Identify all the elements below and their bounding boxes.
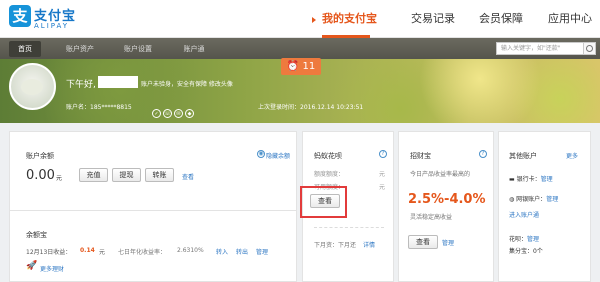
account-link[interactable]: 进入账户通 [509,210,539,219]
huabei-line1: 额度额度： [314,171,345,178]
last-login-label: 上次登录时间： [258,104,301,111]
phone-icon[interactable]: ☏ [163,109,172,118]
yuebao-transfer-out-link[interactable]: 转出 [236,247,248,256]
eye-icon[interactable]: ◉ [257,150,265,158]
alarm-icon: ⏰ [286,61,300,72]
tab-settings[interactable]: 账户设置 [118,42,158,56]
id-verified-icon[interactable]: ✓ [152,109,161,118]
zhaocai-rate: 2.5%-4.0% [408,192,486,207]
yuebao-rate: 2.6310% [177,247,204,254]
nav-transactions[interactable]: 交易记录 [411,0,455,38]
yuebao-rate-label: 七日年化收益率： [118,249,167,256]
zhaocai-view-button[interactable]: 查看 [408,235,438,249]
account-line: 账户名：185*****8815 [66,102,132,111]
search-input[interactable]: 输入关键字，如"还款" [496,42,584,55]
transfer-button[interactable]: 转账 [145,168,174,182]
more-link[interactable]: 更多 [566,151,578,160]
last-login-time: 2016.12.14 10:23:51 [300,104,364,111]
yuebao-manage-link[interactable]: 管理 [256,247,268,256]
zhaocai-title: 招财宝 [410,152,431,160]
balance-unit: 元 [56,175,63,182]
zhaocai-card: 招财宝 ? 今日产品收益率最高的 2.5%-4.0% 灵活稳定高收益 查看 管理 [398,131,494,282]
yuebao-title: 余额宝 [26,231,47,239]
yuebao-card: 余额宝 12月13日收益： 0.14 元 七日年化收益率： 2.6310% 转入… [9,211,297,282]
greeting-text: 下午好, [66,80,96,90]
alipay-logo-icon: 支 [9,5,31,27]
yuebao-earnings-unit: 元 [99,249,106,256]
account-name: 185*****8815 [90,104,132,111]
huabei-detail-link[interactable]: 详情 [363,240,375,249]
balance-view-link[interactable]: 查看 [182,172,194,181]
bank-card-row: ▬ 银行卡：管理 [509,176,553,183]
huabei-row: 花呗：管理 [509,236,540,243]
top-header: 支 支付宝 ALIPAY 我的支付宝 交易记录 会员保障 应用中心 [0,0,600,38]
hide-balance-link[interactable]: 隐藏余额 [266,151,290,160]
more-finance-link[interactable]: 更多理财 [40,264,64,273]
mail-icon[interactable]: ✉ [174,109,183,118]
nav-member[interactable]: 会员保障 [479,0,523,38]
recharge-button[interactable]: 充值 [79,168,108,182]
huabei-line2-unit: 元 [379,184,386,191]
tab-assets[interactable]: 账户资产 [60,42,100,56]
other-accounts-card: 其他账户 更多 ▬ 银行卡：管理 ◍ 网银账户：管理 进入账户通 花呗：管理 集… [498,131,591,282]
zhaocai-manage-link[interactable]: 管理 [442,238,454,247]
shield-icon[interactable]: ◆ [185,109,194,118]
search-icon[interactable] [584,42,596,55]
nav-apps[interactable]: 应用中心 [548,0,592,38]
withdraw-button[interactable]: 提现 [112,168,141,182]
zhaocai-tip: 灵活稳定高收益 [410,214,453,221]
yuebao-date-label: 12月13日收益： [26,249,72,256]
bank-card-icon: ▬ [509,176,515,183]
last-login: 上次登录时间：2016.12.14 10:23:51 [258,102,363,111]
help-icon[interactable]: ? [479,150,487,158]
rocket-icon: 🚀 [26,261,38,271]
huabei-line1-unit: 元 [379,171,386,178]
huabei-title: 蚂蚁花呗 [314,152,342,160]
tab-account-link[interactable]: 账户通 [177,42,211,56]
balance-title: 账户余额 [26,152,54,160]
yuebao-transfer-in-link[interactable]: 转入 [216,247,228,256]
divider [314,227,384,228]
balance-card: 账户余额 ◉ 隐藏余额 0.00 元 充值 提现 转账 查看 [9,131,297,211]
logo-subtext: ALIPAY [34,22,70,30]
highlight-box [300,186,347,218]
help-icon[interactable]: ? [379,150,387,158]
other-title: 其他账户 [509,152,537,160]
yuebao-earnings: 0.14 [80,247,95,254]
greeting-links[interactable]: 账户未验身，安全有保障 修改头像 [141,79,233,88]
nav-my-alipay[interactable]: 我的支付宝 [322,0,377,38]
globe-icon: ◍ [509,196,515,203]
account-label: 账户名： [66,104,91,111]
huabei-next-label: 下月资：下月还 [314,242,357,249]
credit-row: 集分宝：0个 [509,248,543,255]
avatar[interactable] [9,63,56,110]
notification-count: 11 [302,61,316,72]
alipay-logo[interactable]: 支 支付宝 ALIPAY [9,5,87,33]
net-bank-row: ◍ 网银账户：管理 [509,196,559,203]
masked-username [98,76,138,88]
verification-icons: ✓ ☏ ✉ ◆ [152,100,196,119]
nav-active-arrow-icon [312,17,316,23]
balance-amount: 0.00 [26,168,55,183]
notification-badge[interactable]: ⏰ 11 [281,58,321,75]
tab-home[interactable]: 首页 [9,41,41,57]
zhaocai-desc: 今日产品收益率最高的 [410,171,471,178]
